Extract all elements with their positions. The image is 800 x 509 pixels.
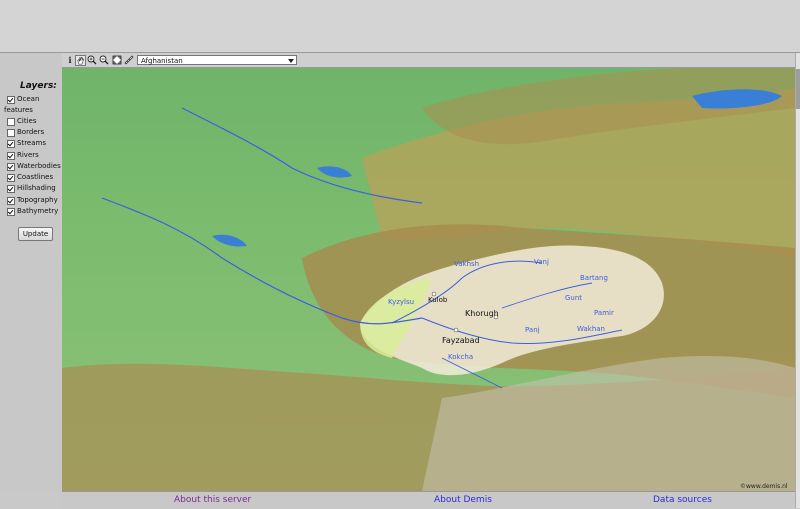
place-label-khorugh: Khorugh xyxy=(465,309,499,318)
river-label-vakhsh: Vakhsh xyxy=(454,260,479,268)
layer-bathymetry-checkbox[interactable] xyxy=(7,208,15,216)
data-sources-link[interactable]: Data sources xyxy=(653,495,712,505)
layer-ocean-features-label: features xyxy=(4,106,33,115)
layer-borders-label: Borders xyxy=(17,128,45,136)
layer-rivers-checkbox[interactable] xyxy=(7,152,15,160)
layer-bathymetry-label: Bathymetry xyxy=(17,207,59,215)
river-label-wakhan: Wakhan xyxy=(577,325,605,333)
zoom-out-icon[interactable] xyxy=(99,55,109,65)
layer-streams-checkbox[interactable] xyxy=(7,140,15,148)
measure-icon[interactable] xyxy=(124,55,134,65)
layer-ocean-checkbox[interactable] xyxy=(7,96,15,104)
river-label-pamir: Pamir xyxy=(594,309,614,317)
zoom-in-icon[interactable] xyxy=(87,55,97,65)
map-watermark: ©www.demis.nl xyxy=(740,483,788,490)
layer-coastlines-label: Coastlines xyxy=(17,173,54,181)
zoom-extent-icon[interactable] xyxy=(112,55,122,65)
river-label-gunt: Gunt xyxy=(565,294,582,302)
layer-rivers[interactable]: Rivers xyxy=(7,151,39,160)
pan-hand-icon[interactable] xyxy=(75,55,86,66)
layer-cities-checkbox[interactable] xyxy=(7,118,15,126)
layer-cities-label: Cities xyxy=(17,117,37,125)
place-label-fayzabad: Fayzabad xyxy=(442,336,480,345)
river-label-panj: Panj xyxy=(525,326,540,334)
layers-title: Layers: xyxy=(20,81,57,91)
layer-ocean[interactable]: Ocean xyxy=(7,95,39,104)
layer-ocean-label: Ocean xyxy=(17,95,40,103)
layer-hillshading[interactable]: Hillshading xyxy=(7,184,56,193)
layer-waterbodies-checkbox[interactable] xyxy=(7,163,15,171)
country-select-value: Afghanistan xyxy=(141,57,183,65)
update-button[interactable]: Update xyxy=(18,227,53,241)
layer-streams[interactable]: Streams xyxy=(7,139,46,148)
layer-waterbodies[interactable]: Waterbodies xyxy=(7,162,61,171)
layer-hillshading-checkbox[interactable] xyxy=(7,185,15,193)
info-icon[interactable]: i xyxy=(65,55,75,65)
layer-topography-checkbox[interactable] xyxy=(7,197,15,205)
place-label-kulob: Kulob xyxy=(428,296,448,304)
layer-borders-checkbox[interactable] xyxy=(7,129,15,137)
scrollbar-thumb[interactable] xyxy=(796,69,800,109)
country-select[interactable]: Afghanistan xyxy=(137,55,297,65)
layer-waterbodies-label: Waterbodies xyxy=(17,162,61,170)
terrain-map[interactable]: Kulob Khorugh Fayzabad Vakhsh Vanj Barta… xyxy=(62,68,795,491)
page-scrollbar[interactable] xyxy=(795,53,800,508)
layer-borders[interactable]: Borders xyxy=(7,128,44,137)
map-viewport[interactable]: Kulob Khorugh Fayzabad Vakhsh Vanj Barta… xyxy=(62,68,795,491)
about-demis-link[interactable]: About Demis xyxy=(434,495,492,505)
layer-hillshading-label: Hillshading xyxy=(17,184,56,192)
layer-bathymetry[interactable]: Bathymetry xyxy=(7,207,58,216)
layer-features-label: features xyxy=(4,106,33,114)
chevron-down-icon[interactable] xyxy=(288,59,294,63)
river-label-vanj: Vanj xyxy=(534,258,549,266)
river-label-bartang: Bartang xyxy=(580,274,608,282)
layer-topography[interactable]: Topography xyxy=(7,196,58,205)
layer-coastlines[interactable]: Coastlines xyxy=(7,173,53,182)
city-marker-fayzabad[interactable] xyxy=(453,327,459,333)
layers-panel: Layers: Ocean features Cities Borders St… xyxy=(0,53,63,491)
layer-cities[interactable]: Cities xyxy=(7,117,36,126)
layer-topography-label: Topography xyxy=(17,196,58,204)
river-label-kyzylsu: Kyzylsu xyxy=(388,298,414,306)
layer-rivers-label: Rivers xyxy=(17,151,39,159)
browser-blank-area xyxy=(0,0,800,52)
about-server-link[interactable]: About this server xyxy=(174,495,251,505)
layer-streams-label: Streams xyxy=(17,139,46,147)
footer-bar: About this server About Demis Data sourc… xyxy=(62,491,795,509)
river-label-kokcha: Kokcha xyxy=(448,353,473,361)
layer-coastlines-checkbox[interactable] xyxy=(7,174,15,182)
